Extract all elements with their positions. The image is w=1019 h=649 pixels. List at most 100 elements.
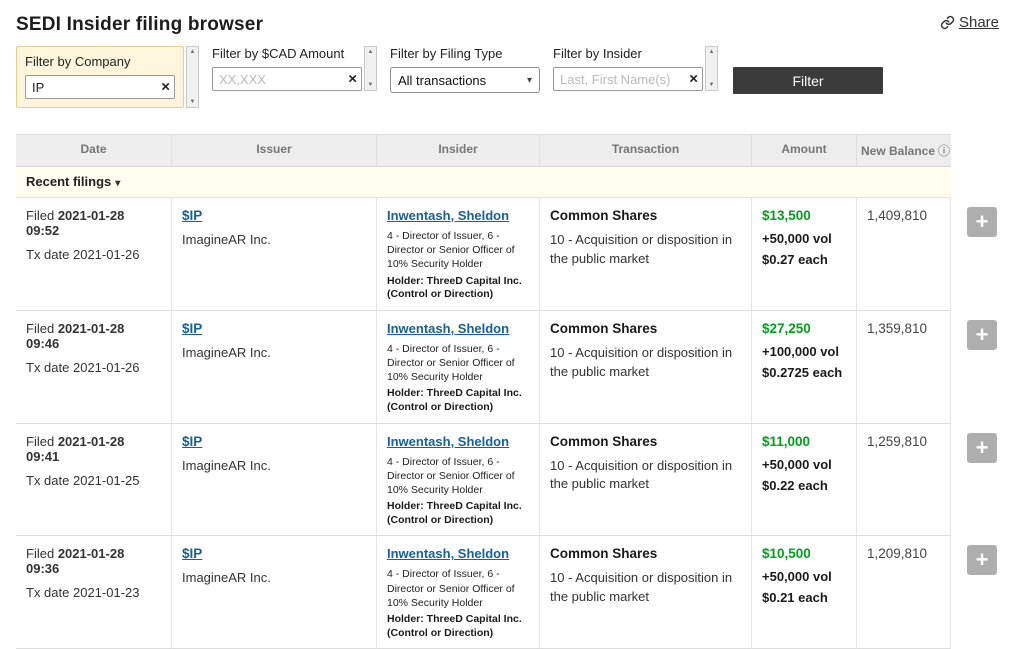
amount-filter-label: Filter by $CAD Amount	[212, 46, 362, 61]
insider-cell: Inwentash, Sheldon 4 - Director of Issue…	[376, 536, 539, 649]
insider-link[interactable]: Inwentash, Sheldon	[387, 208, 509, 223]
price-value: $0.21 each	[762, 590, 846, 605]
insider-input-stepper[interactable]: ▲ ▼	[705, 46, 718, 91]
column-header-insider: Insider	[376, 134, 539, 167]
expand-row-button[interactable]: +	[967, 320, 997, 350]
balance-value: 1,209,810	[867, 546, 940, 561]
expand-cell: +	[951, 424, 1003, 537]
amount-input-stepper[interactable]: ▲ ▼	[364, 46, 377, 91]
clear-icon[interactable]: ×	[689, 72, 698, 87]
price-value: $0.22 each	[762, 478, 846, 493]
amount-cell: $13,500 +50,000 vol $0.27 each	[751, 198, 856, 311]
recent-filings-toggle[interactable]: Recent filings▾	[16, 167, 951, 198]
transaction-type: 10 - Acquisition or disposition in the p…	[550, 569, 741, 607]
transaction-cell: Common Shares 10 - Acquisition or dispos…	[539, 536, 751, 649]
expand-row-button[interactable]: +	[967, 207, 997, 237]
insider-link[interactable]: Inwentash, Sheldon	[387, 546, 509, 561]
date-cell: Filed 2021-01-28 09:36 Tx date 2021-01-2…	[16, 536, 171, 649]
issuer-name: ImagineAR Inc.	[182, 570, 366, 585]
info-icon[interactable]: ⓘ	[938, 144, 950, 158]
new-balance-cell: 1,409,810	[856, 198, 951, 311]
company-filter-highlight: Filter by Company ×	[16, 46, 184, 108]
table-row: Filed 2021-01-28 09:41 Tx date 2021-01-2…	[16, 424, 1003, 537]
amount-cell: $10,500 +50,000 vol $0.21 each	[751, 536, 856, 649]
ticker-link[interactable]: $IP	[182, 208, 202, 223]
share-link[interactable]: Share	[940, 14, 999, 31]
transaction-type: 10 - Acquisition or disposition in the p…	[550, 457, 741, 495]
company-input-stepper[interactable]: ▲ ▼	[186, 46, 199, 108]
expand-row-button[interactable]: +	[967, 545, 997, 575]
issuer-cell: $IP ImagineAR Inc.	[171, 424, 376, 537]
filing-type-filter-label: Filter by Filing Type	[390, 46, 540, 61]
expand-cell: +	[951, 311, 1003, 424]
insider-roles: 4 - Director of Issuer, 6 - Director or …	[387, 229, 529, 272]
clear-icon[interactable]: ×	[348, 72, 357, 87]
top-bar: SEDI Insider filing browser Share	[0, 0, 1019, 40]
new-balance-cell: 1,259,810	[856, 424, 951, 537]
amount-value: $13,500	[762, 208, 846, 223]
security-name: Common Shares	[550, 434, 741, 449]
issuer-name: ImagineAR Inc.	[182, 458, 366, 473]
insider-filter-label: Filter by Insider	[553, 46, 703, 61]
column-header-date: Date	[16, 134, 171, 167]
price-value: $0.27 each	[762, 252, 846, 267]
issuer-cell: $IP ImagineAR Inc.	[171, 198, 376, 311]
amount-cell: $27,250 +100,000 vol $0.2725 each	[751, 311, 856, 424]
clear-icon[interactable]: ×	[161, 80, 170, 95]
company-filter-group: Filter by Company × ▲ ▼	[16, 46, 199, 108]
volume-value: +50,000 vol	[762, 569, 846, 584]
share-link-icon	[940, 15, 955, 30]
volume-value: +50,000 vol	[762, 231, 846, 246]
column-header-issuer: Issuer	[171, 134, 376, 167]
insider-holder: Holder: ThreeD Capital Inc. (Control or …	[387, 387, 529, 414]
share-link-label: Share	[959, 14, 999, 31]
expand-cell: +	[951, 198, 1003, 311]
insider-holder: Holder: ThreeD Capital Inc. (Control or …	[387, 275, 529, 302]
ticker-link[interactable]: $IP	[182, 321, 202, 336]
balance-value: 1,359,810	[867, 321, 940, 336]
transaction-cell: Common Shares 10 - Acquisition or dispos…	[539, 424, 751, 537]
transaction-cell: Common Shares 10 - Acquisition or dispos…	[539, 198, 751, 311]
insider-holder: Holder: ThreeD Capital Inc. (Control or …	[387, 500, 529, 527]
transaction-cell: Common Shares 10 - Acquisition or dispos…	[539, 311, 751, 424]
amount-value: $10,500	[762, 546, 846, 561]
ticker-link[interactable]: $IP	[182, 434, 202, 449]
insider-filter-input[interactable]	[553, 67, 703, 91]
amount-value: $11,000	[762, 434, 846, 449]
ticker-link[interactable]: $IP	[182, 546, 202, 561]
date-cell: Filed 2021-01-28 09:41 Tx date 2021-01-2…	[16, 424, 171, 537]
date-cell: Filed 2021-01-28 09:52 Tx date 2021-01-2…	[16, 198, 171, 311]
insider-link[interactable]: Inwentash, Sheldon	[387, 434, 509, 449]
insider-link[interactable]: Inwentash, Sheldon	[387, 321, 509, 336]
volume-value: +50,000 vol	[762, 457, 846, 472]
filing-type-select[interactable]: All transactions ▾	[390, 67, 540, 93]
step-down-icon[interactable]: ▼	[368, 82, 374, 88]
step-up-icon[interactable]: ▲	[190, 49, 196, 55]
issuer-name: ImagineAR Inc.	[182, 232, 366, 247]
recent-filings-label: Recent filings	[26, 174, 111, 189]
expand-row-button[interactable]: +	[967, 433, 997, 463]
balance-value: 1,409,810	[867, 208, 940, 223]
amount-filter-input[interactable]	[212, 67, 362, 91]
step-down-icon[interactable]: ▼	[709, 82, 715, 88]
page-title: SEDI Insider filing browser	[16, 14, 263, 36]
table-row: Filed 2021-01-28 09:52 Tx date 2021-01-2…	[16, 198, 1003, 311]
transaction-type: 10 - Acquisition or disposition in the p…	[550, 344, 741, 382]
company-filter-input[interactable]	[25, 75, 175, 99]
insider-roles: 4 - Director of Issuer, 6 - Director or …	[387, 455, 529, 498]
step-up-icon[interactable]: ▲	[709, 49, 715, 55]
insider-roles: 4 - Director of Issuer, 6 - Director or …	[387, 342, 529, 385]
table-row: Filed 2021-01-28 09:36 Tx date 2021-01-2…	[16, 536, 1003, 649]
security-name: Common Shares	[550, 546, 741, 561]
transaction-type: 10 - Acquisition or disposition in the p…	[550, 231, 741, 269]
volume-value: +100,000 vol	[762, 344, 846, 359]
insider-cell: Inwentash, Sheldon 4 - Director of Issue…	[376, 198, 539, 311]
column-header-spacer	[951, 134, 1003, 167]
step-down-icon[interactable]: ▼	[190, 99, 196, 105]
amount-filter-group: Filter by $CAD Amount × ▲ ▼	[212, 46, 377, 91]
step-up-icon[interactable]: ▲	[368, 49, 374, 55]
filter-submit-button[interactable]: Filter	[733, 67, 883, 94]
chevron-down-icon: ▾	[527, 75, 532, 86]
insider-filter-group: Filter by Insider × ▲ ▼	[553, 46, 718, 91]
issuer-cell: $IP ImagineAR Inc.	[171, 536, 376, 649]
